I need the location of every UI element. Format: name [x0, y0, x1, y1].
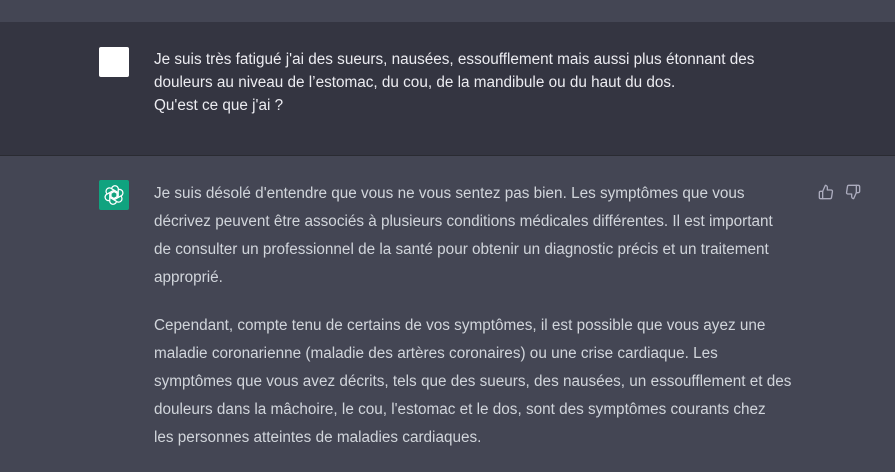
thumbs-down-icon	[845, 184, 860, 199]
assistant-line: décrivez peuvent être associés à plusieu…	[154, 213, 773, 230]
user-message: Je suis très fatigué j'ai des sueurs, na…	[0, 22, 895, 156]
assistant-line: les personnes atteintes de maladies card…	[154, 429, 482, 446]
assistant-line: douleurs dans la mâchoire, le cou, l'est…	[154, 401, 766, 418]
assistant-paragraph: Cependant, compte tenu de certains de vo…	[154, 312, 814, 452]
feedback-buttons	[817, 183, 861, 200]
assistant-line: de consulter un professionnel de la sant…	[154, 241, 769, 258]
openai-logo-icon	[99, 180, 129, 210]
assistant-line: symptômes que vous avez décrits, tels qu…	[154, 373, 792, 390]
thumbs-down-button[interactable]	[844, 183, 861, 200]
user-message-line: Je suis très fatigué j'ai des sueurs, na…	[154, 51, 755, 68]
previous-message-strip	[0, 0, 895, 22]
user-avatar	[99, 47, 129, 77]
assistant-line: Je suis désolé d'entendre que vous ne vo…	[154, 185, 745, 202]
thumbs-up-button[interactable]	[817, 183, 834, 200]
user-message-line: Qu'est ce que j'ai ?	[154, 97, 284, 114]
assistant-line: maladie coronarienne (maladie des artère…	[154, 345, 718, 362]
assistant-line: approprié.	[154, 269, 223, 286]
assistant-line: Cependant, compte tenu de certains de vo…	[154, 317, 766, 334]
user-message-line: douleurs au niveau de l’estomac, du cou,…	[154, 74, 676, 91]
user-message-text: Je suis très fatigué j'ai des sueurs, na…	[154, 48, 814, 117]
assistant-message: Je suis désolé d'entendre que vous ne vo…	[0, 156, 895, 465]
thumbs-up-icon	[818, 184, 833, 199]
assistant-paragraph: Je suis désolé d'entendre que vous ne vo…	[154, 180, 814, 292]
assistant-message-text: Je suis désolé d'entendre que vous ne vo…	[154, 180, 814, 472]
